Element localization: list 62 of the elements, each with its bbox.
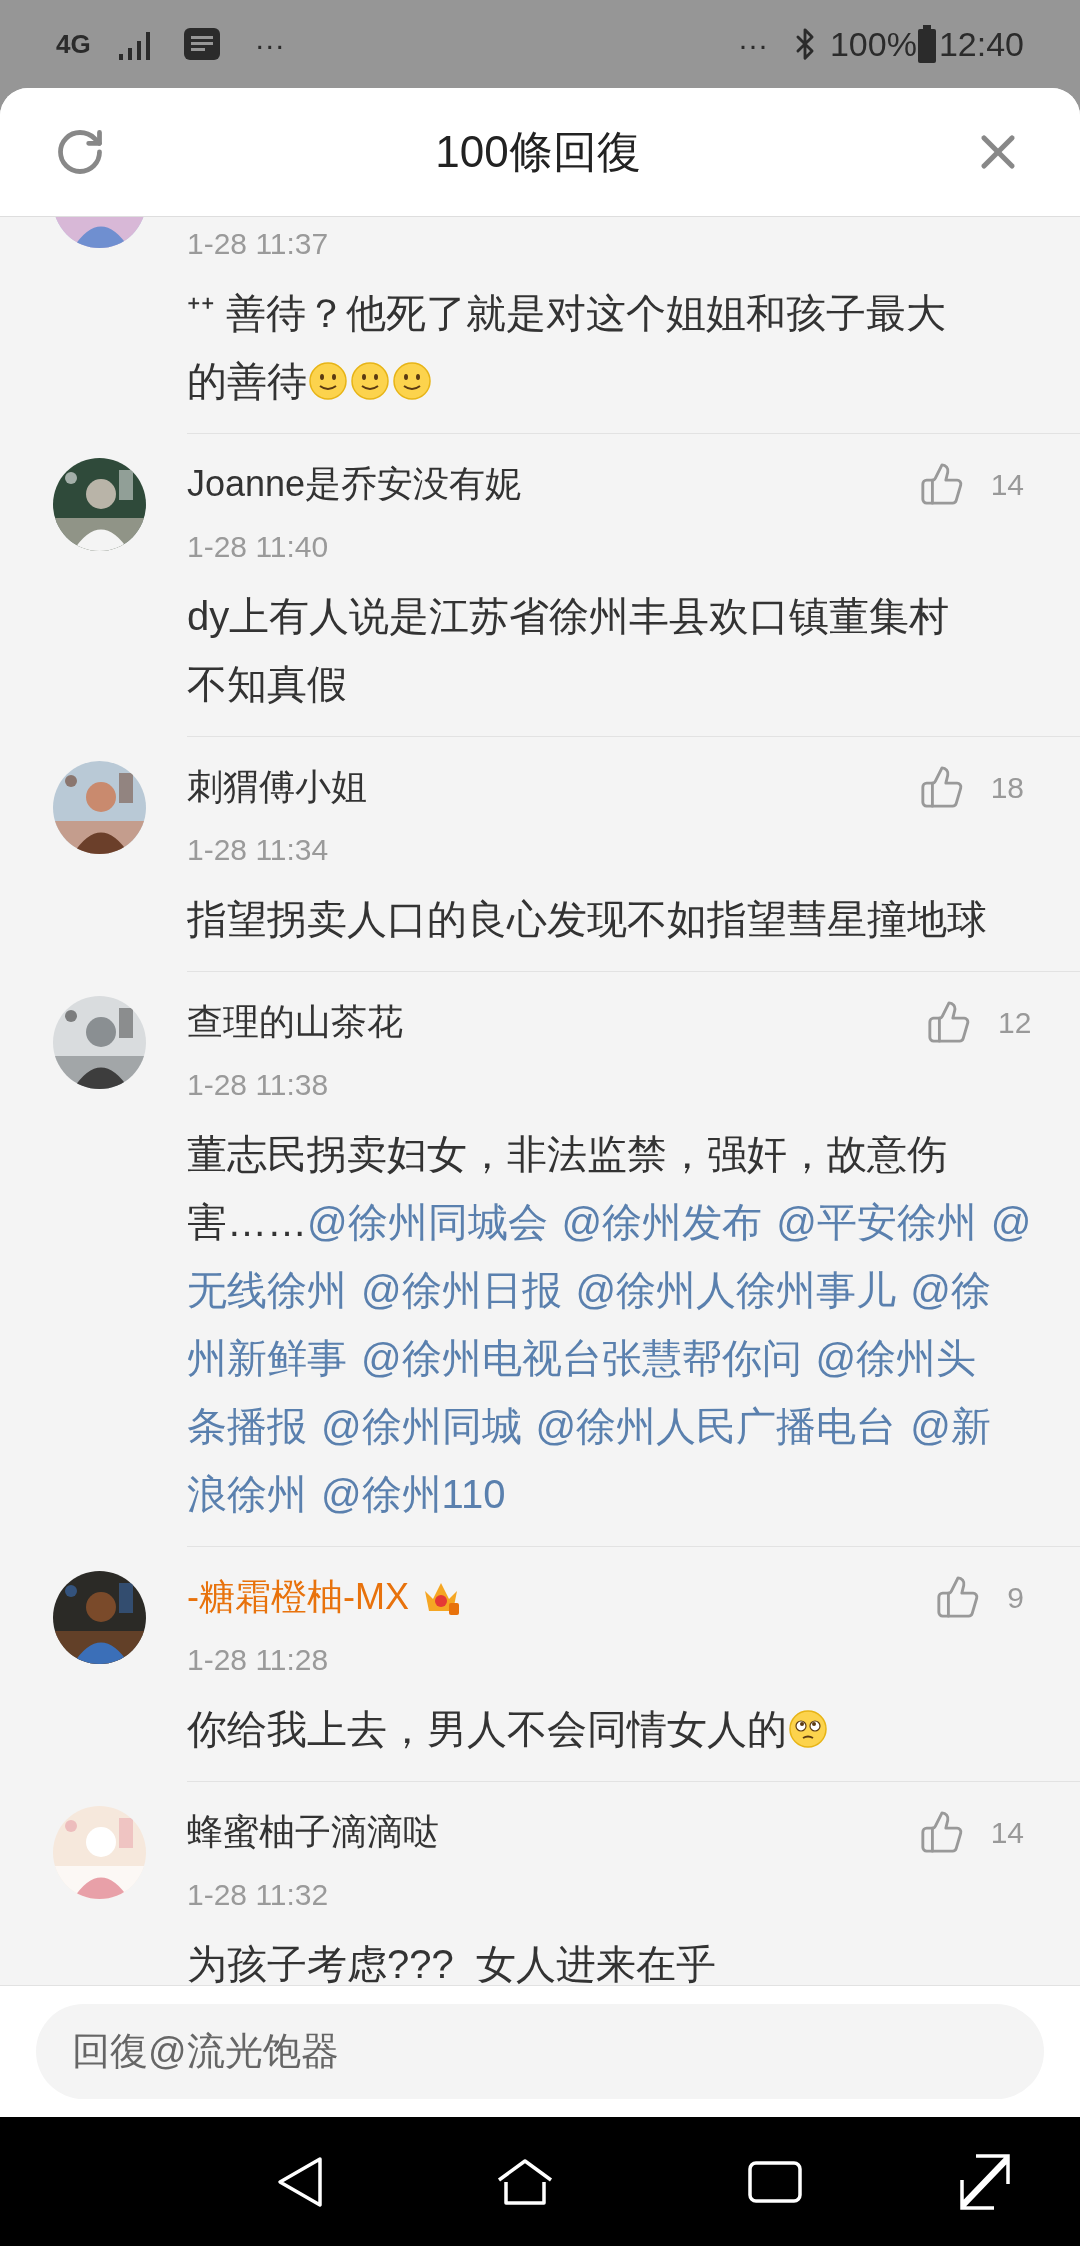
comment-time: 1-28 11:38 <box>187 1066 329 1103</box>
clock: 12:40 <box>938 23 1024 65</box>
comment-time: 1-28 11:28 <box>187 1641 329 1678</box>
comment-text: 的善待 <box>187 358 307 405</box>
like-count: 12 <box>998 1004 1032 1041</box>
mention-link[interactable]: @平安徐州 <box>776 1188 977 1256</box>
mention-link[interactable]: @ <box>990 1188 1032 1256</box>
more-indicator: ··· <box>254 26 285 63</box>
expand-icon <box>960 2153 1010 2210</box>
mention-link[interactable]: @徐州电视台张慧帮你问 <box>361 1324 802 1392</box>
smile-emoji-icon <box>308 361 348 401</box>
comment-text: 害…… <box>187 1199 307 1246</box>
mention-link[interactable]: @新 <box>910 1392 991 1460</box>
mention-link[interactable]: 无线徐州 <box>187 1256 347 1324</box>
message-icon <box>182 27 221 61</box>
sheet-title: 100條回復 <box>435 126 641 178</box>
home-icon <box>496 2157 554 2206</box>
network-type: 4G <box>56 27 91 61</box>
comment-text: ⁺⁺ 善待？他死了就是对这个姐姐和孩子最大 <box>187 290 947 337</box>
mention-link[interactable]: @徐州同城会 <box>307 1188 548 1256</box>
comment-text: 为孩子考虑??? 女人进来在乎 <box>187 1941 716 1985</box>
mention-link[interactable]: @徐州头 <box>815 1324 977 1392</box>
comment-text: 不知真假 <box>187 661 347 708</box>
mention-link[interactable]: @徐州日报 <box>361 1256 562 1324</box>
like-count: 14 <box>990 466 1024 503</box>
user-name[interactable]: -糖霜橙柚-MX <box>187 1570 409 1624</box>
like-count: 14 <box>990 1814 1024 1851</box>
mention-link[interactable]: @徐州同城 <box>321 1392 522 1460</box>
more-indicator: ··· <box>737 26 768 63</box>
dizzy-emoji-icon <box>788 1709 828 1749</box>
smile-emoji-icon <box>392 361 432 401</box>
comment-text: 指望拐卖人口的良心发现不如指望彗星撞地球 <box>187 896 987 943</box>
battery-icon <box>916 25 937 63</box>
mention-link[interactable]: @徐 <box>910 1256 991 1324</box>
mention-link[interactable]: 州新鲜事 <box>187 1324 347 1392</box>
battery-level: 100% <box>829 23 917 65</box>
mention-link[interactable]: 条播报 <box>187 1392 307 1460</box>
like-icon[interactable] <box>918 1809 965 1855</box>
user-name[interactable]: 刺猬傅小姐 <box>187 760 367 814</box>
mention-link[interactable]: @徐州110 <box>321 1460 506 1528</box>
recents-icon <box>748 2160 802 2203</box>
like-count: 9 <box>1007 1579 1024 1616</box>
comment-time: 1-28 11:40 <box>187 528 329 565</box>
reply-field[interactable]: 回復@流光饱器 <box>36 2004 1044 2099</box>
user-name[interactable]: Joanne是乔安没有妮 <box>187 457 522 511</box>
like-count: 18 <box>990 769 1024 806</box>
comment-time: 1-28 11:32 <box>187 1876 329 1913</box>
comment-text: 董志民拐卖妇女，非法监禁，强奸，故意伤 <box>187 1131 947 1178</box>
like-icon[interactable] <box>918 461 965 507</box>
comment-text: dy上有人说是江苏省徐州丰县欢口镇董集村 <box>187 593 950 640</box>
user-name[interactable]: 蜂蜜柚子滴滴哒 <box>187 1805 439 1859</box>
like-icon[interactable] <box>918 764 965 810</box>
comment-time: 1-28 11:37 <box>187 225 329 262</box>
mention-link[interactable]: @徐州发布 <box>561 1188 763 1256</box>
mention-link[interactable]: @徐州人民广播电台 <box>535 1392 897 1460</box>
user-name[interactable]: 查理的山茶花 <box>187 995 403 1049</box>
smile-emoji-icon <box>350 361 390 401</box>
mention-link[interactable]: @徐州人徐州事儿 <box>575 1256 897 1324</box>
mention-link[interactable]: 浪徐州 <box>187 1460 307 1528</box>
back-icon <box>276 2155 324 2208</box>
comment-text: 你给我上去，男人不会同情女人的 <box>187 1706 787 1753</box>
comment-time: 1-28 11:34 <box>187 831 329 868</box>
